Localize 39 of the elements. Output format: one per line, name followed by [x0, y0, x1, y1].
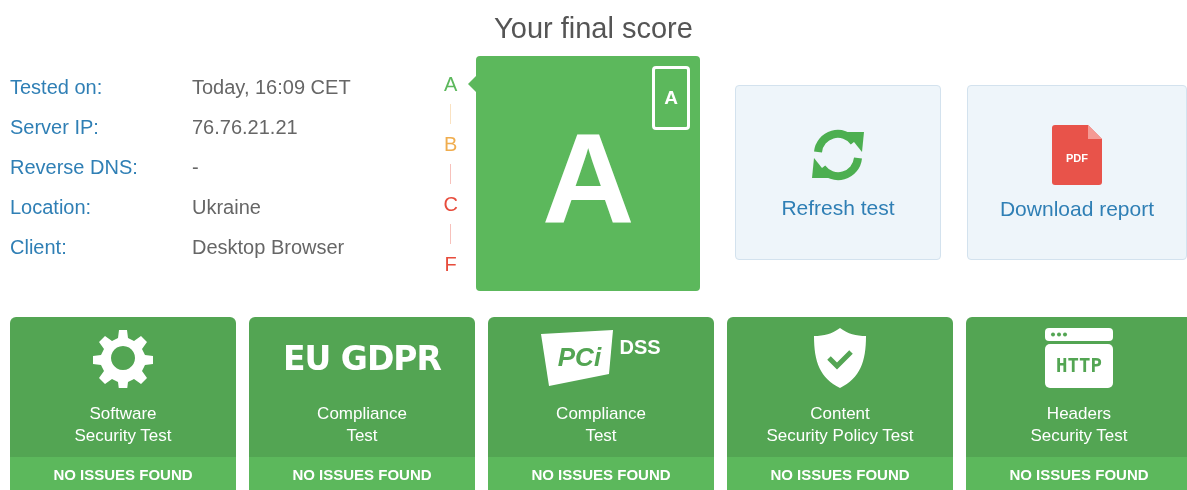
info-label: Tested on: — [10, 76, 103, 99]
info-label: Client: — [10, 236, 67, 259]
info-value: 76.76.21.21 — [192, 116, 298, 139]
info-value: Today, 16:09 CET — [192, 76, 351, 99]
status-bar: NO ISSUES FOUND — [488, 457, 714, 490]
status-bar: NO ISSUES FOUND — [727, 457, 953, 490]
download-report-button[interactable]: PDF Download report — [967, 85, 1187, 260]
card-title: Headers Security Test — [1030, 403, 1128, 447]
grade-label: A — [443, 73, 458, 95]
grade-label: F — [444, 253, 457, 275]
info-value: - — [192, 156, 199, 179]
test-card[interactable]: Software Security Test NO ISSUES FOUND — [10, 317, 236, 490]
info-value: Ukraine — [192, 196, 261, 219]
test-card[interactable]: PCi DSS Compliance Test NO ISSUES FOUND — [488, 317, 714, 490]
info-label: Server IP: — [10, 116, 99, 139]
status-bar: NO ISSUES FOUND — [966, 457, 1187, 490]
dss-label: DSS — [619, 336, 661, 359]
info-value: Desktop Browser — [192, 236, 345, 259]
test-card[interactable]: HTTP Headers Security Test NO ISSUES FOUND — [966, 317, 1187, 490]
test-card[interactable]: Content Security Policy Test NO ISSUES FOUND — [727, 317, 953, 490]
card-title: Compliance Test — [317, 403, 407, 447]
info-label: Reverse DNS: — [10, 156, 138, 179]
mobile-grade-icon: A — [652, 66, 690, 130]
card-title: Compliance Test — [556, 403, 646, 447]
grade-label: C — [443, 193, 458, 215]
card-title: Software Security Test — [74, 403, 172, 447]
info-label: Location: — [10, 196, 92, 219]
page-title: Your final score — [494, 13, 693, 45]
grade-label: B — [443, 133, 458, 155]
test-card[interactable]: EU GDPR Compliance Test NO ISSUES FOUND — [249, 317, 475, 490]
pdf-file-icon: PDF — [1052, 124, 1102, 185]
shield-check-icon — [814, 328, 866, 388]
card-title: Content Security Policy Test — [766, 403, 914, 447]
refresh-button[interactable]: Refresh test — [735, 85, 941, 260]
status-bar: NO ISSUES FOUND — [10, 457, 236, 490]
gear-icon — [93, 328, 153, 388]
gdpr-logo: EU GDPR — [283, 338, 441, 378]
score-grade: A — [541, 114, 635, 243]
status-bar: NO ISSUES FOUND — [249, 457, 475, 490]
